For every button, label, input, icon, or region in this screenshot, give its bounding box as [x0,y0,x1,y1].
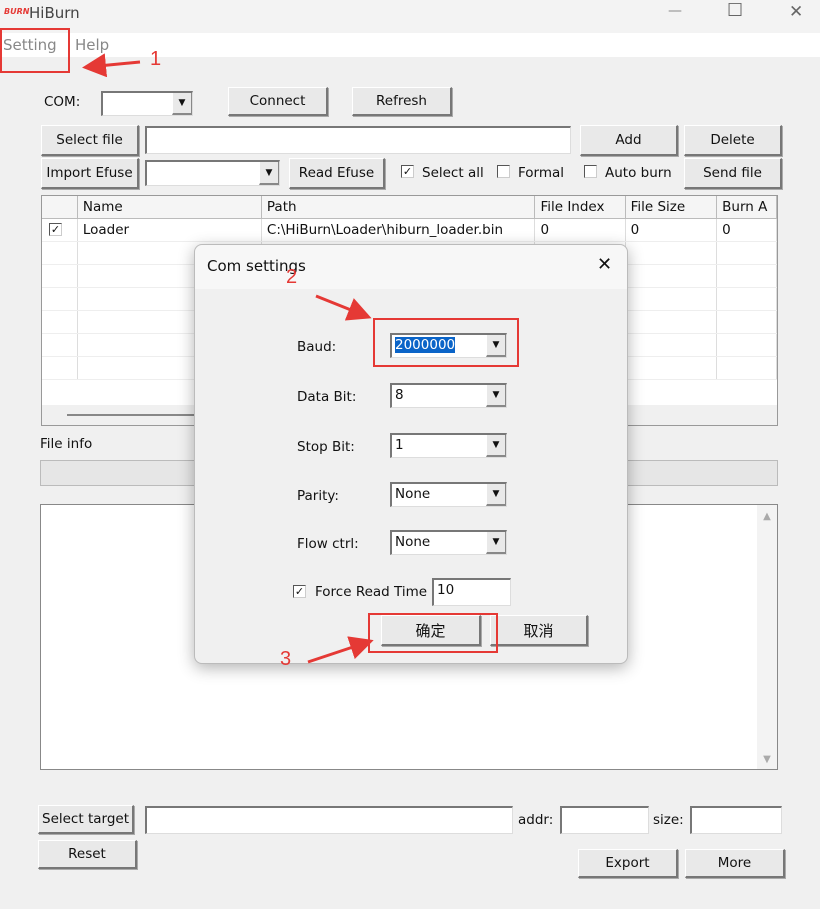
arrow-1 [82,53,141,78]
annotation-arrows [82,53,374,664]
arrow-3 [307,636,374,664]
arrow-2 [315,294,372,321]
